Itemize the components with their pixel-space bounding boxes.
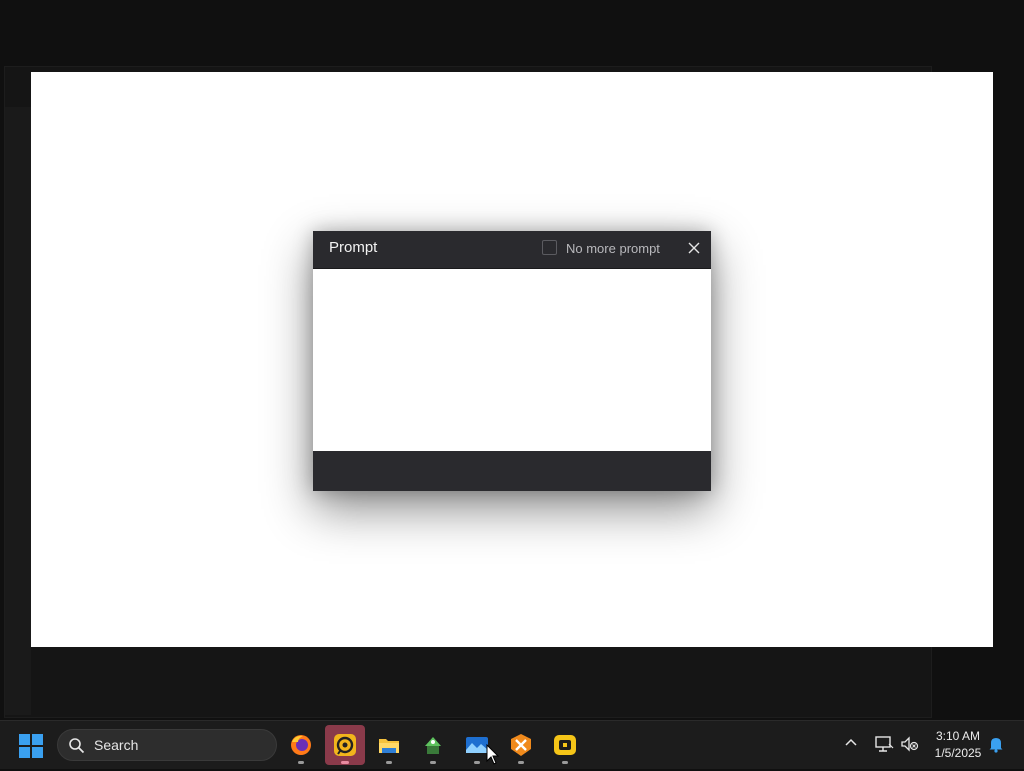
green-app-icon [425,737,441,754]
clock-date[interactable]: 1/5/2025 [930,746,986,760]
volume-muted-icon[interactable] [900,735,920,753]
notification-bell-icon[interactable] [987,735,1005,753]
search-placeholder: Search [94,737,139,753]
mouse-cursor-icon [486,743,500,766]
taskbar-app-firefox[interactable] [281,725,321,765]
chevron-up-icon[interactable] [843,735,859,751]
running-indicator [562,761,568,764]
running-indicator [386,761,392,764]
dialog-footer [313,451,711,491]
running-indicator [341,761,349,764]
search-icon [68,737,85,754]
running-indicator [474,761,480,764]
windows-start-icon[interactable] [18,733,44,759]
dialog-body [313,269,711,451]
running-indicator [298,761,304,764]
yellow-app-icon [554,735,576,755]
orange-circle-app-icon [334,734,356,756]
taskbar: Search 3:10 AM 1/5/2025 [0,720,1024,769]
running-indicator [430,761,436,764]
dialog-titlebar[interactable]: Prompt No more prompt [313,231,711,269]
taskbar-search[interactable]: Search [57,729,277,761]
no-more-prompt-label[interactable]: No more prompt [566,241,660,256]
prompt-dialog: Prompt No more prompt [313,231,711,491]
taskbar-app-tools[interactable] [501,725,541,765]
clock-time[interactable]: 3:10 AM [930,729,986,743]
tools-app-icon [511,734,531,756]
firefox-icon [291,735,311,755]
background-sidebar [5,107,31,715]
no-more-prompt-checkbox[interactable] [542,240,557,255]
folder-icon [379,739,399,753]
taskbar-app-active[interactable] [325,725,365,765]
close-icon[interactable] [685,239,703,257]
network-icon[interactable] [874,735,894,753]
taskbar-app-yellow[interactable] [545,725,585,765]
taskbar-app-file-explorer[interactable] [369,725,409,765]
taskbar-app-green[interactable] [413,725,453,765]
dialog-title: Prompt [329,239,378,256]
running-indicator [518,761,524,764]
